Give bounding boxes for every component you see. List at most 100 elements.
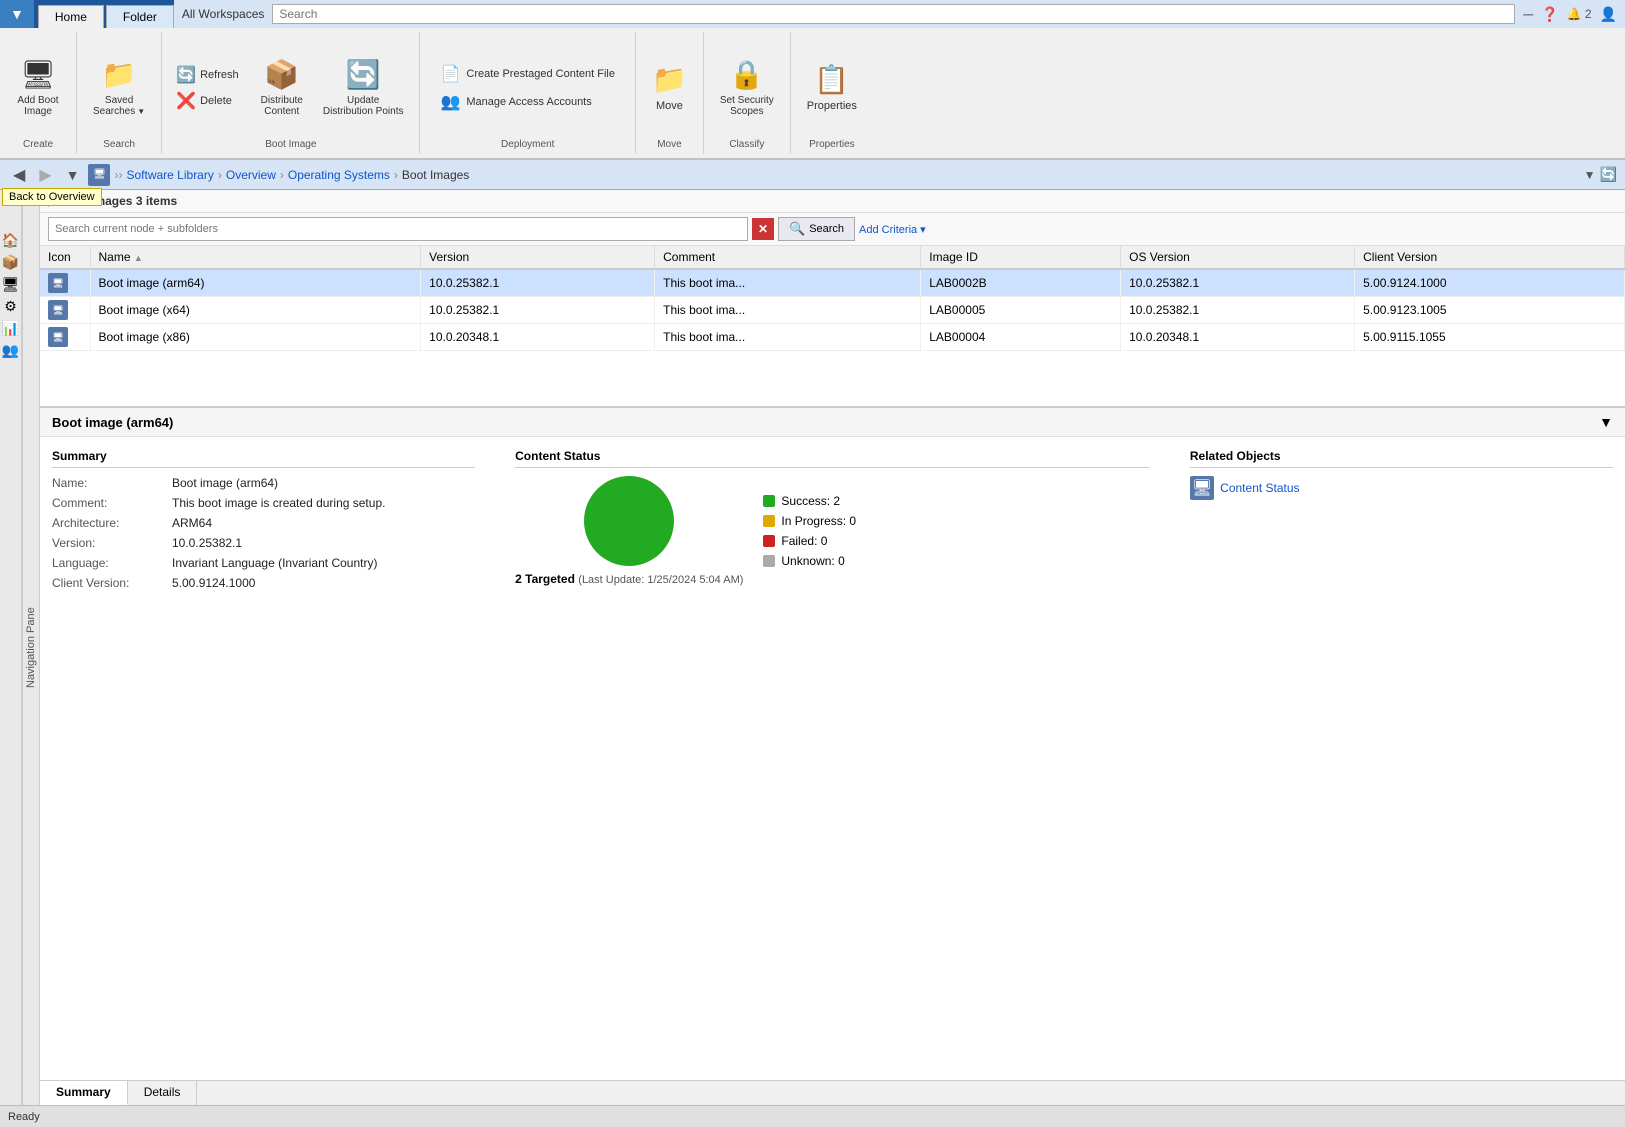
cell-client-version: 5.00.9115.1055 bbox=[1355, 324, 1625, 351]
donut-circle bbox=[584, 476, 674, 566]
col-name[interactable]: Name ▲ bbox=[90, 246, 421, 269]
delete-btn[interactable]: ❌ Delete bbox=[170, 89, 244, 113]
breadcrumb-sep-2: › bbox=[118, 168, 122, 182]
search-bar: ✕ 🔍 Search Add Criteria ▾ bbox=[40, 213, 1625, 246]
refresh-icon: 🔄 bbox=[176, 65, 196, 85]
distribute-content-btn[interactable]: 📦 Distribute Content bbox=[253, 43, 311, 133]
breadcrumb-arrow-2: › bbox=[280, 168, 284, 182]
ribbon-items-deployment: 📄 Create Prestaged Content File 👥 Manage… bbox=[432, 36, 623, 139]
set-security-scopes-btn[interactable]: 🔒 Set Security Scopes bbox=[712, 43, 782, 133]
saved-searches-btn[interactable]: 📁 Saved Searches ▼ bbox=[85, 43, 153, 133]
refresh-nav-btn[interactable]: 🔄 bbox=[1600, 166, 1617, 183]
legend-color bbox=[763, 495, 775, 507]
related-objects-section: Related Objects 🖥Content Status bbox=[1190, 449, 1613, 1068]
status-bar: Ready bbox=[0, 1105, 1625, 1127]
cell-icon: 🖥 bbox=[40, 297, 90, 324]
sidebar-icon-1[interactable]: 🏠 bbox=[1, 230, 21, 250]
forward-btn[interactable]: ▶ bbox=[34, 162, 56, 188]
ribbon-items-bootimage: 🔄 Refresh ❌ Delete 📦 Distribute Content … bbox=[170, 36, 411, 139]
back-tooltip: Back to Overview bbox=[2, 188, 102, 206]
cell-os-version: 10.0.25382.1 bbox=[1121, 269, 1355, 297]
detail-collapse-icon[interactable]: ▼ bbox=[1599, 414, 1613, 430]
breadcrumb-software-library[interactable]: Software Library bbox=[126, 168, 213, 182]
legend-color bbox=[763, 515, 775, 527]
content-header: ▶ Boot Images 3 items bbox=[40, 190, 1625, 213]
left-sidebar-icons: 🏠 📦 🖥 ⚙ 📊 👥 bbox=[0, 190, 22, 1105]
legend-color bbox=[763, 535, 775, 547]
field-value: ARM64 bbox=[172, 516, 212, 530]
ribbon-items-create: 🖥 Add Boot Image bbox=[8, 36, 68, 139]
breadcrumb-dropdown[interactable]: ▼ bbox=[1584, 168, 1596, 182]
related-link[interactable]: 🖥Content Status bbox=[1190, 476, 1613, 500]
global-search-input[interactable] bbox=[272, 4, 1515, 24]
tab-home[interactable]: Home bbox=[38, 5, 104, 28]
cell-version: 10.0.25382.1 bbox=[421, 269, 655, 297]
detail-field: Architecture:ARM64 bbox=[52, 516, 475, 530]
related-objects-title: Related Objects bbox=[1190, 449, 1613, 468]
properties-btn[interactable]: 📋 Properties bbox=[799, 43, 865, 133]
detail-body: Summary Name:Boot image (arm64)Comment:T… bbox=[40, 437, 1625, 1080]
sidebar-icon-5[interactable]: 📊 bbox=[1, 318, 21, 338]
col-comment[interactable]: Comment bbox=[655, 246, 921, 269]
add-boot-image-btn[interactable]: 🖥 Add Boot Image bbox=[8, 43, 68, 133]
table-row[interactable]: 🖥 Boot image (arm64) 10.0.25382.1 This b… bbox=[40, 269, 1625, 297]
group-label-bootimage: Boot Image bbox=[265, 139, 316, 150]
col-os-version[interactable]: OS Version bbox=[1121, 246, 1355, 269]
legend-item: Success: 2 bbox=[763, 494, 856, 508]
add-criteria-btn[interactable]: Add Criteria ▾ bbox=[859, 223, 926, 236]
ribbon: 🖥 Add Boot Image Create 📁 Saved Searches… bbox=[0, 28, 1625, 160]
field-value: This boot image is created during setup. bbox=[172, 496, 385, 510]
cell-comment: This boot ima... bbox=[655, 324, 921, 351]
content-status-title: Content Status bbox=[515, 449, 1150, 468]
breadcrumb-arrow-3: › bbox=[394, 168, 398, 182]
bottom-tabs: Summary Details bbox=[40, 1080, 1625, 1105]
update-dist-points-btn[interactable]: 🔄 Update Distribution Points bbox=[315, 43, 412, 133]
create-prestaged-btn[interactable]: 📄 Create Prestaged Content File bbox=[432, 62, 623, 86]
detail-field: Language:Invariant Language (Invariant C… bbox=[52, 556, 475, 570]
add-boot-image-icon: 🖥 bbox=[20, 58, 56, 91]
sidebar-icon-4[interactable]: ⚙ bbox=[1, 296, 21, 316]
main-wrapper: 🏠 📦 🖥 ⚙ 📊 👥 Navigation Pane ▶ Boot Image… bbox=[0, 190, 1625, 1105]
tab-folder[interactable]: Folder bbox=[106, 5, 174, 28]
notification-icon[interactable]: 🔔 2 bbox=[1567, 7, 1592, 21]
cell-comment: This boot ima... bbox=[655, 297, 921, 324]
properties-icon: 📋 bbox=[814, 63, 849, 96]
detail-field: Comment:This boot image is created durin… bbox=[52, 496, 475, 510]
table-row[interactable]: 🖥 Boot image (x64) 10.0.25382.1 This boo… bbox=[40, 297, 1625, 324]
help-icon[interactable]: ❓ bbox=[1541, 6, 1558, 23]
cell-os-version: 10.0.25382.1 bbox=[1121, 297, 1355, 324]
sidebar-icon-3[interactable]: 🖥 bbox=[1, 274, 21, 294]
sidebar-icon-6[interactable]: 👥 bbox=[1, 340, 21, 360]
search-clear-btn[interactable]: ✕ bbox=[752, 218, 774, 240]
minimize-icon: ─ bbox=[1523, 6, 1533, 22]
breadcrumb-operating-systems[interactable]: Operating Systems bbox=[288, 168, 390, 182]
content-search-input[interactable] bbox=[48, 217, 748, 241]
col-icon[interactable]: Icon bbox=[40, 246, 90, 269]
distribute-content-icon: 📦 bbox=[264, 58, 299, 91]
field-value: 10.0.25382.1 bbox=[172, 536, 242, 550]
sidebar-icon-2[interactable]: 📦 bbox=[1, 252, 21, 272]
saved-searches-icon: 📁 bbox=[102, 58, 137, 91]
cell-os-version: 10.0.20348.1 bbox=[1121, 324, 1355, 351]
back-btn[interactable]: ◀ bbox=[8, 162, 30, 188]
user-icon[interactable]: 👤 bbox=[1600, 6, 1617, 23]
donut-area: 2 Targeted (Last Update: 1/25/2024 5:04 … bbox=[515, 476, 1150, 586]
dropdown-btn[interactable]: ▼ bbox=[0, 0, 34, 28]
cell-icon: 🖥 bbox=[40, 324, 90, 351]
refresh-btn[interactable]: 🔄 Refresh bbox=[170, 63, 244, 87]
nav-dropdown-btn[interactable]: ▼ bbox=[61, 164, 85, 186]
field-label: Comment: bbox=[52, 496, 172, 510]
tab-details[interactable]: Details bbox=[128, 1081, 198, 1105]
col-version[interactable]: Version bbox=[421, 246, 655, 269]
breadcrumb-overview[interactable]: Overview bbox=[226, 168, 276, 182]
cell-name: Boot image (x64) bbox=[90, 297, 421, 324]
table-row[interactable]: 🖥 Boot image (x86) 10.0.20348.1 This boo… bbox=[40, 324, 1625, 351]
manage-access-btn[interactable]: 👥 Manage Access Accounts bbox=[432, 90, 623, 114]
ribbon-items-classify: 🔒 Set Security Scopes bbox=[712, 36, 782, 139]
security-scopes-icon: 🔒 bbox=[729, 58, 764, 91]
search-execute-btn[interactable]: 🔍 Search bbox=[778, 217, 855, 241]
col-image-id[interactable]: Image ID bbox=[921, 246, 1121, 269]
tab-summary[interactable]: Summary bbox=[40, 1081, 128, 1105]
col-client-version[interactable]: Client Version bbox=[1355, 246, 1625, 269]
move-btn[interactable]: 📁 Move bbox=[644, 43, 695, 133]
